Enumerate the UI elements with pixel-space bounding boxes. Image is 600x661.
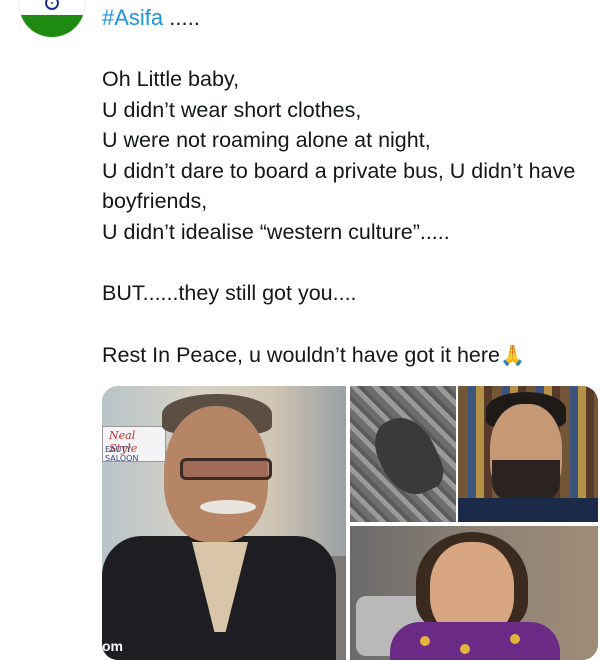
- media-grid: Neal Style EAUTY SALOON om: [102, 386, 598, 660]
- tweet-line: U were not roaming alone at night,: [102, 128, 431, 152]
- avatar[interactable]: [18, 0, 86, 38]
- hashtag-link[interactable]: #Asifa: [102, 5, 163, 30]
- hashtag-suffix: .....: [163, 5, 200, 30]
- flag-green-band: [19, 15, 85, 37]
- photo-girl[interactable]: [350, 526, 598, 660]
- tweet-line-rip: Rest In Peace, u wouldn’t have got it he…: [102, 340, 582, 372]
- shop-sign: Neal Style EAUTY SALOON: [102, 426, 166, 463]
- tweet-line: Oh Little baby,: [102, 67, 240, 91]
- tweet-text: Oh Little baby, U didn’t wear short clot…: [102, 64, 582, 371]
- tweet-line: U didn’t wear short clothes,: [102, 97, 362, 122]
- tweet-line: U didn’t idealise “western culture”.....: [102, 219, 450, 244]
- tweet-line-rip-text: Rest In Peace, u wouldn’t have got it he…: [102, 342, 500, 367]
- photo-watermark: om: [102, 638, 123, 654]
- tweet-line: U didn’t dare to board a private bus, U …: [102, 158, 576, 214]
- ashoka-chakra-icon: [45, 0, 59, 10]
- tweet-header: #Asifa .....: [102, 5, 200, 31]
- photo-father[interactable]: Neal Style EAUTY SALOON om: [102, 386, 346, 660]
- folded-hands-icon: 🙏: [500, 344, 525, 367]
- photo-crime-scene[interactable]: [350, 386, 456, 522]
- shop-sign-line2: EAUTY SALOON: [105, 445, 139, 463]
- photo-suspect[interactable]: [458, 386, 598, 522]
- tweet-line-but: BUT......they still got you....: [102, 281, 357, 305]
